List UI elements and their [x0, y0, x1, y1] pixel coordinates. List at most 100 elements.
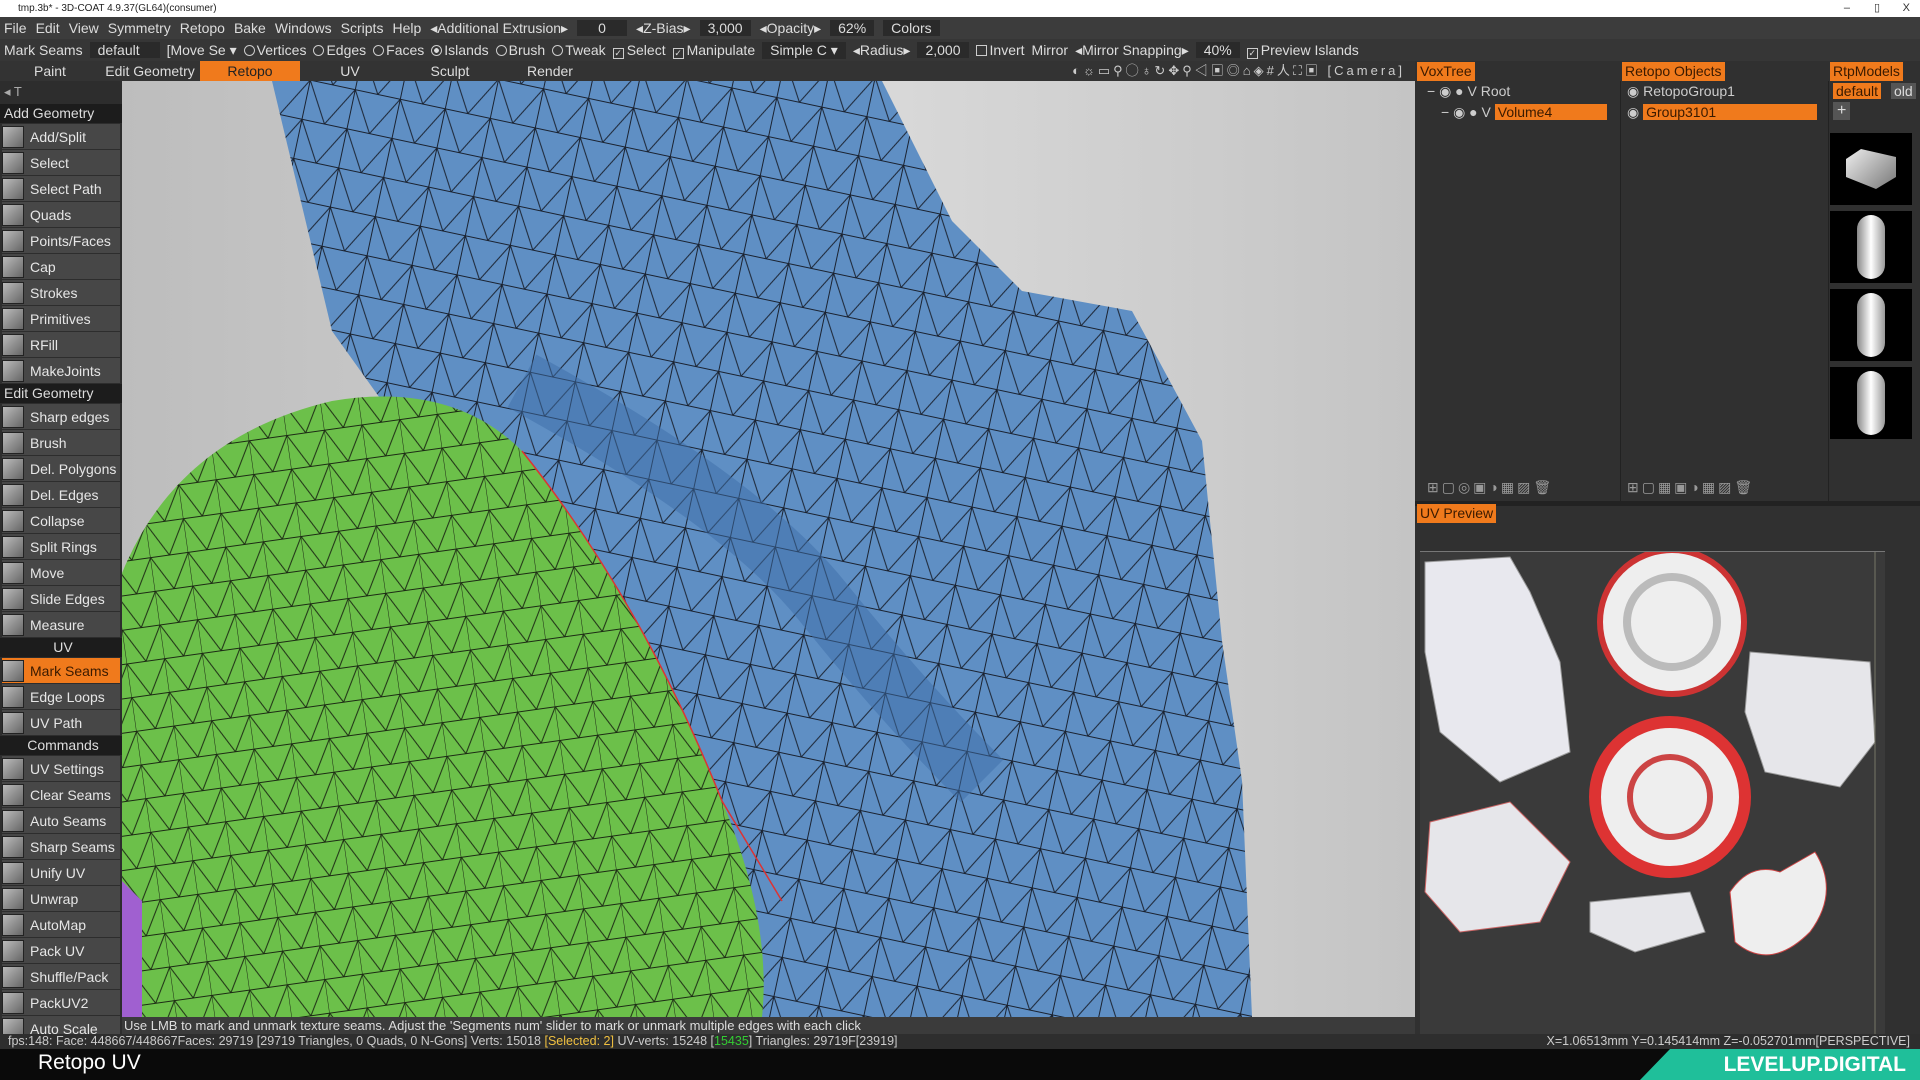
tool-add-split[interactable]: Add/Split [2, 124, 120, 149]
extrusion-label[interactable]: ◂Additional Extrusion▸ [430, 20, 568, 37]
voxtree-item-root[interactable]: − ◉ ● V Root [1427, 83, 1510, 100]
tool-mark-seams[interactable]: Mark Seams [2, 658, 120, 683]
tool-automap[interactable]: AutoMap [2, 912, 120, 937]
tool-slide-edges[interactable]: Slide Edges [2, 586, 120, 611]
mesh-view[interactable] [122, 81, 1415, 1017]
checkbox-invert[interactable]: Invert [975, 42, 1025, 58]
checkbox-manipulate[interactable]: ✓ Manipulate [672, 42, 755, 59]
rtpmodels-old-button[interactable]: old [1891, 83, 1916, 99]
tool-split-rings[interactable]: Split Rings [2, 534, 120, 559]
section-header[interactable]: Commands [0, 736, 122, 755]
voxtree-header[interactable]: VoxTree [1417, 62, 1475, 81]
model-preview-cube[interactable] [1830, 133, 1912, 205]
checkbox-select[interactable]: ✓ Select [612, 42, 666, 59]
retopo-object-group3101[interactable]: ◉ Group3101 [1627, 104, 1818, 121]
model-preview-capsule[interactable] [1830, 289, 1912, 361]
section-header[interactable]: Edit Geometry [0, 384, 122, 403]
mirror-snapping-label[interactable]: ◂Mirror Snapping▸ [1075, 42, 1189, 59]
radius-field[interactable]: 2,000 [917, 42, 969, 58]
snapping-field[interactable]: 40% [1195, 42, 1240, 58]
tool-packuv2[interactable]: PackUV2 [2, 990, 120, 1015]
radio-vertices[interactable]: Vertices [243, 42, 306, 58]
retopo-objects-header[interactable]: Retopo Objects [1622, 62, 1725, 81]
rtpmodels-list[interactable] [1830, 127, 1912, 445]
camera-label[interactable]: [Camera] [1328, 63, 1405, 78]
menu-bake[interactable]: Bake [234, 20, 266, 36]
opacity-field[interactable]: 62% [830, 20, 875, 36]
tool-move[interactable]: Move [2, 560, 120, 585]
tab-render[interactable]: Render [500, 61, 600, 81]
tool-unify-uv[interactable]: Unify UV [2, 860, 120, 885]
tab-edit-geometry[interactable]: Edit Geometry [100, 61, 200, 81]
tool-pack-uv[interactable]: Pack UV [2, 938, 120, 963]
tool-select[interactable]: Select [2, 150, 120, 175]
minimize-button[interactable]: – [1844, 0, 1850, 17]
tool-select-path[interactable]: Select Path [2, 176, 120, 201]
retopo-objects-toolbar[interactable]: ⊞▢▦▣◑▦▨🗑 [1627, 479, 1755, 496]
voxtree-toolbar[interactable]: ⊞▢◎▣◑▦▨🗑 [1427, 479, 1554, 496]
tool-makejoints[interactable]: MakeJoints [2, 358, 120, 383]
tool-shuffle-pack[interactable]: Shuffle/Pack [2, 964, 120, 989]
tool-sharp-edges[interactable]: Sharp edges [2, 404, 120, 429]
rtpmodels-default-button[interactable]: default [1833, 83, 1882, 99]
tab-paint[interactable]: Paint [0, 61, 100, 81]
3d-viewport[interactable] [122, 81, 1415, 1017]
tool-del-edges[interactable]: Del. Edges [2, 482, 120, 507]
uv-preview-canvas[interactable] [1420, 547, 1885, 1052]
radius-label[interactable]: ◂Radius▸ [853, 42, 911, 59]
tool-uv-settings[interactable]: UV Settings [2, 756, 120, 781]
zbias-label[interactable]: ◂Z-Bias▸ [636, 20, 691, 37]
tool-rfill[interactable]: RFill [2, 332, 120, 357]
tool-uv-path[interactable]: UV Path [2, 710, 120, 735]
menu-help[interactable]: Help [392, 20, 421, 36]
section-header[interactable]: UV [0, 638, 122, 657]
tool-quads[interactable]: Quads [2, 202, 120, 227]
tool-cap[interactable]: Cap [2, 254, 120, 279]
close-button[interactable]: X [1903, 0, 1910, 17]
tool-auto-seams[interactable]: Auto Seams [2, 808, 120, 833]
menu-file[interactable]: File [4, 20, 27, 36]
zbias-field[interactable]: 3,000 [699, 20, 751, 36]
tool-strokes[interactable]: Strokes [2, 280, 120, 305]
move-dropdown[interactable]: [Move Se ▾ [167, 42, 237, 59]
tab-retopo[interactable]: Retopo [200, 61, 300, 81]
section-header[interactable]: Add Geometry [0, 104, 122, 123]
extrusion-field[interactable]: 0 [577, 20, 628, 36]
radio-tweak[interactable]: Tweak [552, 42, 606, 58]
radio-brush[interactable]: Brush [495, 42, 545, 58]
radio-edges[interactable]: Edges [313, 42, 366, 58]
menu-symmetry[interactable]: Symmetry [108, 20, 171, 36]
tool-points-faces[interactable]: Points/Faces [2, 228, 120, 253]
rtpmodels-header[interactable]: RtpModels [1830, 62, 1903, 81]
tool-primitives[interactable]: Primitives [2, 306, 120, 331]
tool-collapse[interactable]: Collapse [2, 508, 120, 533]
restore-button[interactable]: ▯ [1874, 0, 1880, 17]
tool-edge-loops[interactable]: Edge Loops [2, 684, 120, 709]
tool-clear-seams[interactable]: Clear Seams [2, 782, 120, 807]
radio-faces[interactable]: Faces [373, 42, 424, 58]
menu-view[interactable]: View [69, 20, 99, 36]
menu-retopo[interactable]: Retopo [180, 20, 225, 36]
tool-unwrap[interactable]: Unwrap [2, 886, 120, 911]
preset-dropdown[interactable]: default [89, 42, 160, 58]
voxtree-item-volume4[interactable]: − ◉ ● V Volume4 [1441, 104, 1611, 121]
panel-header-icons[interactable]: ◂ T [0, 81, 122, 103]
model-preview-capsule[interactable] [1830, 211, 1912, 283]
uv-preview-header[interactable]: UV Preview [1417, 504, 1497, 523]
rtpmodels-add-button[interactable]: + [1833, 102, 1851, 120]
tool-measure[interactable]: Measure [2, 612, 120, 637]
menu-windows[interactable]: Windows [275, 20, 332, 36]
retopo-object-group1[interactable]: ◉ RetopoGroup1 [1627, 83, 1735, 100]
opacity-label[interactable]: ◂Opacity▸ [760, 20, 822, 37]
tool-sharp-seams[interactable]: Sharp Seams [2, 834, 120, 859]
menu-edit[interactable]: Edit [36, 20, 60, 36]
checkbox-preview-islands[interactable]: ✓ Preview Islands [1246, 42, 1359, 59]
mirror-button[interactable]: Mirror [1032, 42, 1069, 58]
viewport-toolbar[interactable]: ◐☼▭⚲◯♁↻✥⚲◁▣◎⌂◈#人⛶▣ [Camera] [1072, 61, 1405, 81]
menu-scripts[interactable]: Scripts [341, 20, 384, 36]
tool-del-polygons[interactable]: Del. Polygons [2, 456, 120, 481]
colors-button[interactable]: Colors [883, 20, 940, 36]
simple-dropdown[interactable]: Simple C ▾ [762, 41, 846, 59]
tab-sculpt[interactable]: Sculpt [400, 61, 500, 81]
radio-islands[interactable]: Islands [431, 42, 489, 58]
